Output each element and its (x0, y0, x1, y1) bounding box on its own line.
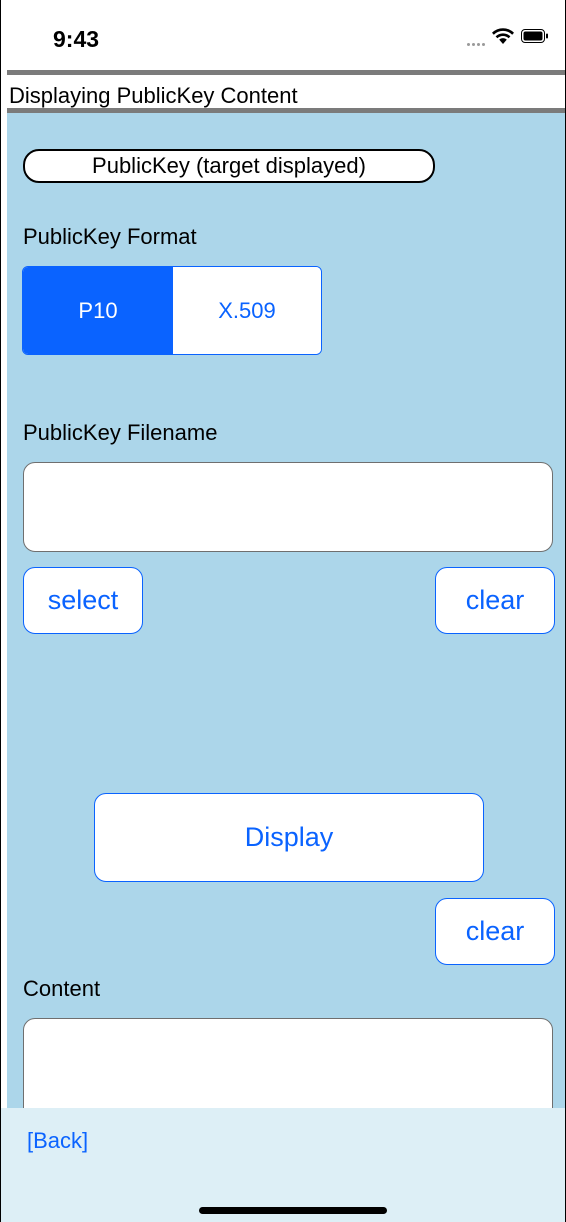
cellular-dots-icon (467, 30, 485, 46)
wifi-icon (491, 27, 515, 50)
format-option-x509[interactable]: X.509 (173, 267, 321, 354)
content-label: Content (23, 976, 101, 1001)
clear-filename-button[interactable]: clear (435, 567, 555, 634)
page-title: Displaying PublicKey Content (9, 83, 298, 108)
clear-content-button[interactable]: clear (435, 898, 555, 965)
status-icons (467, 27, 549, 50)
select-button[interactable]: select (23, 567, 143, 634)
app-frame: 9:43 Displaying PublicKey Content Public… (0, 0, 566, 1222)
format-label: PublicKey Format (23, 224, 197, 249)
title-top-separator (7, 70, 565, 75)
format-option-p10[interactable]: P10 (23, 267, 173, 354)
filename-label: PublicKey Filename (23, 420, 218, 445)
battery-icon (521, 28, 549, 48)
target-pill: PublicKey (target displayed) (23, 149, 435, 183)
status-time: 9:43 (53, 26, 100, 52)
format-segmented-control: P10 X.509 (22, 266, 322, 355)
display-button[interactable]: Display (94, 793, 484, 882)
home-indicator (199, 1207, 387, 1214)
bottom-bar: [Back] (1, 1108, 565, 1222)
title-bar: Displaying PublicKey Content (7, 76, 565, 108)
main-content: PublicKey (target displayed) PublicKey F… (7, 113, 565, 1138)
back-link[interactable]: [Back] (27, 1128, 88, 1154)
status-bar: 9:43 (1, 0, 565, 70)
filename-field[interactable] (23, 462, 553, 552)
